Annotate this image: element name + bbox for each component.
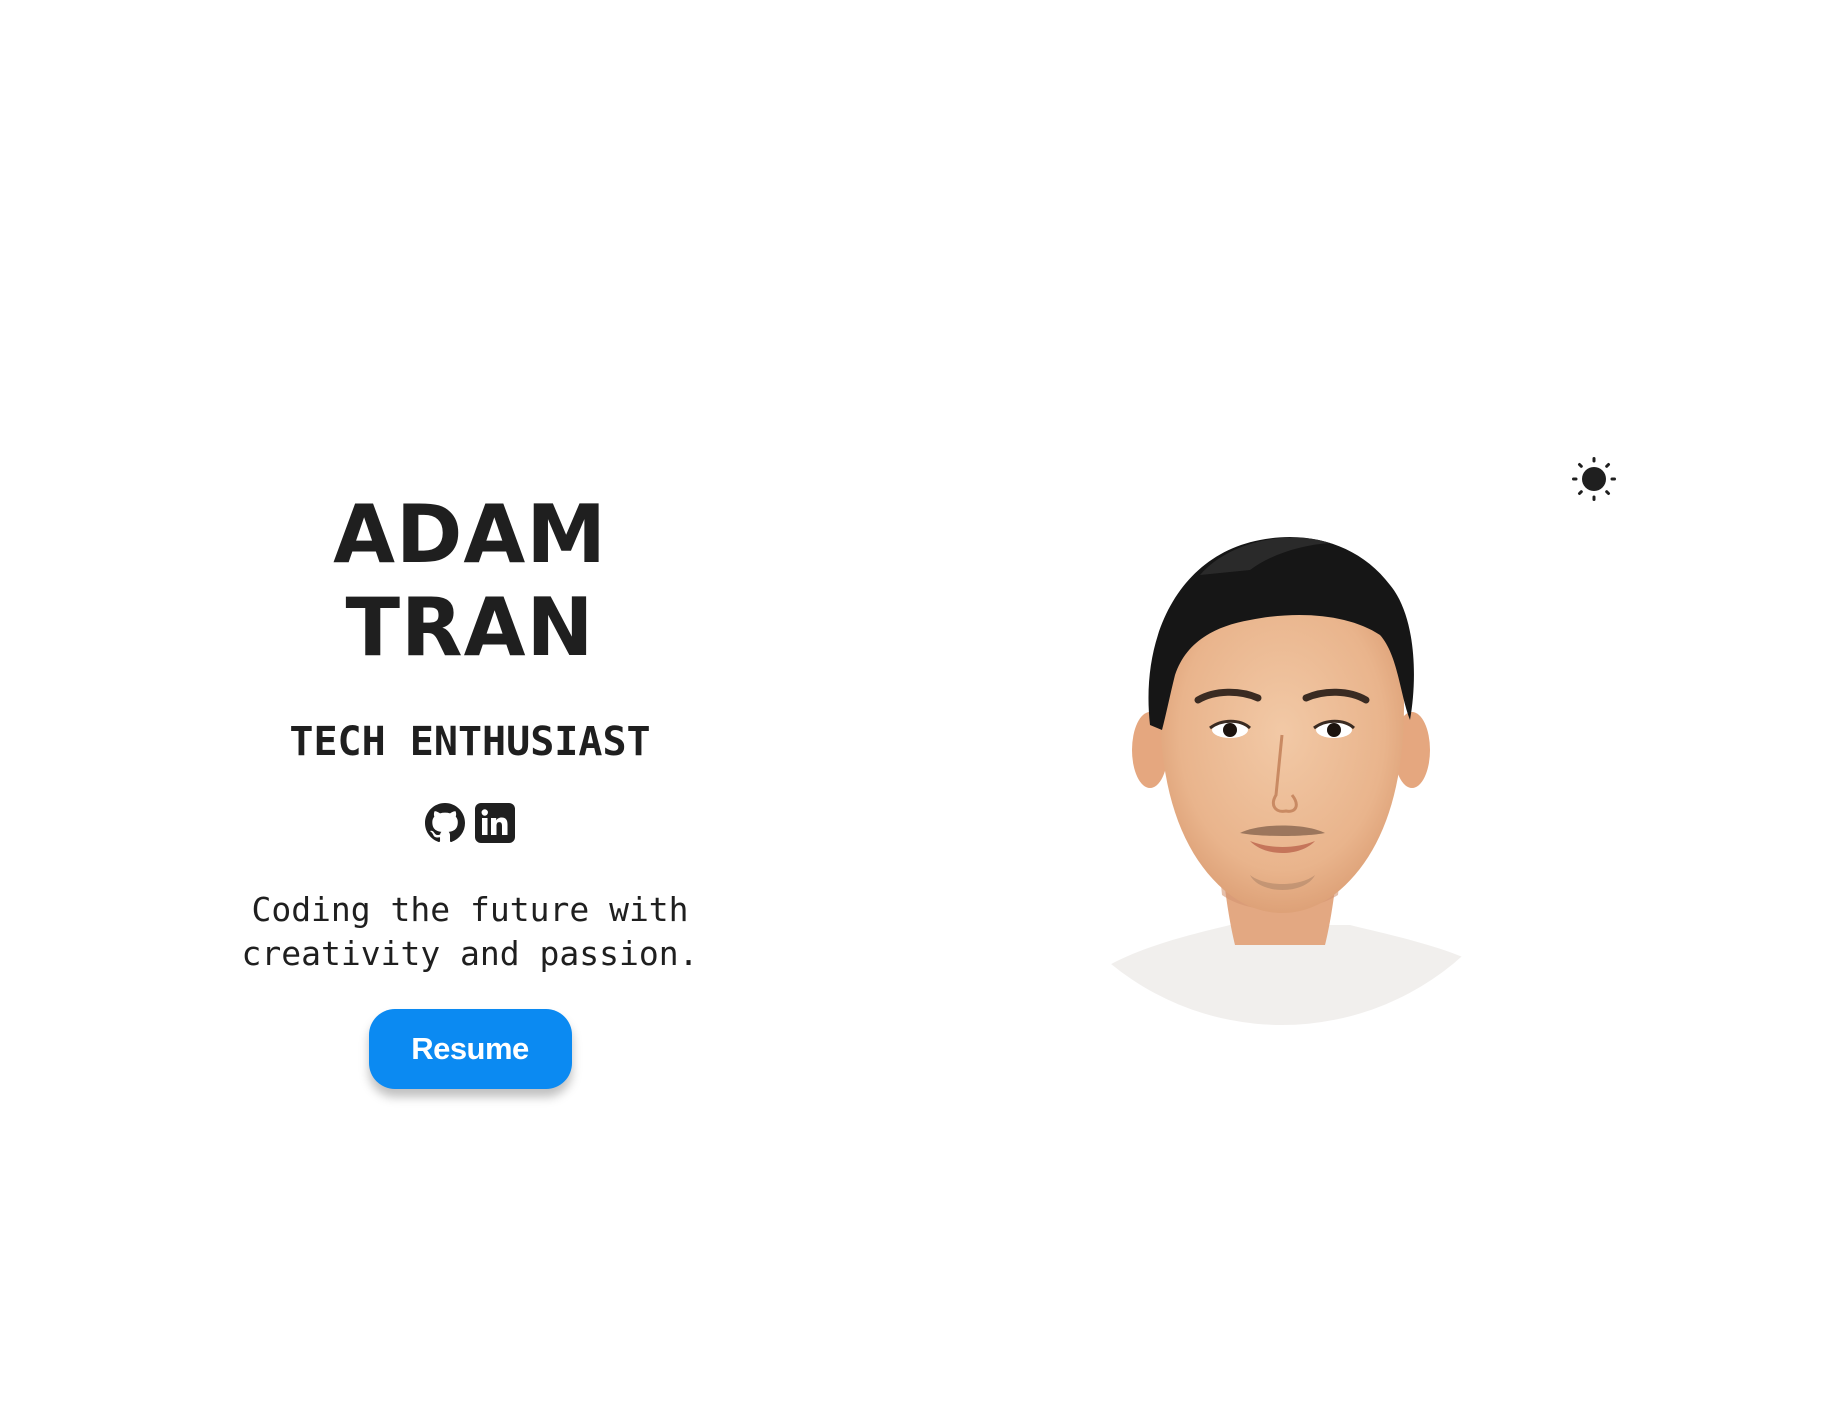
sun-icon: [1572, 457, 1616, 501]
hero-subtitle: TECH ENTHUSIAST: [289, 719, 651, 765]
theme-toggle-button[interactable]: [1572, 457, 1616, 501]
name-first: ADAM: [333, 488, 607, 581]
resume-button[interactable]: Resume: [368, 1009, 572, 1089]
linkedin-icon: [475, 803, 515, 843]
hero-section: ADAM TRAN TECH ENTHUSIAST Coding the fut…: [200, 488, 740, 1089]
tagline-line-2: creativity and passion.: [241, 934, 699, 973]
linkedin-link[interactable]: [474, 802, 516, 844]
github-icon: [425, 803, 465, 843]
hero-name: ADAM TRAN: [333, 488, 607, 674]
hero-tagline: Coding the future with creativity and pa…: [210, 888, 730, 976]
tagline-line-1: Coding the future with: [251, 890, 689, 929]
name-last: TRAN: [345, 581, 595, 674]
social-links: [424, 802, 516, 844]
github-link[interactable]: [424, 802, 466, 844]
profile-photo: [1100, 515, 1600, 1035]
